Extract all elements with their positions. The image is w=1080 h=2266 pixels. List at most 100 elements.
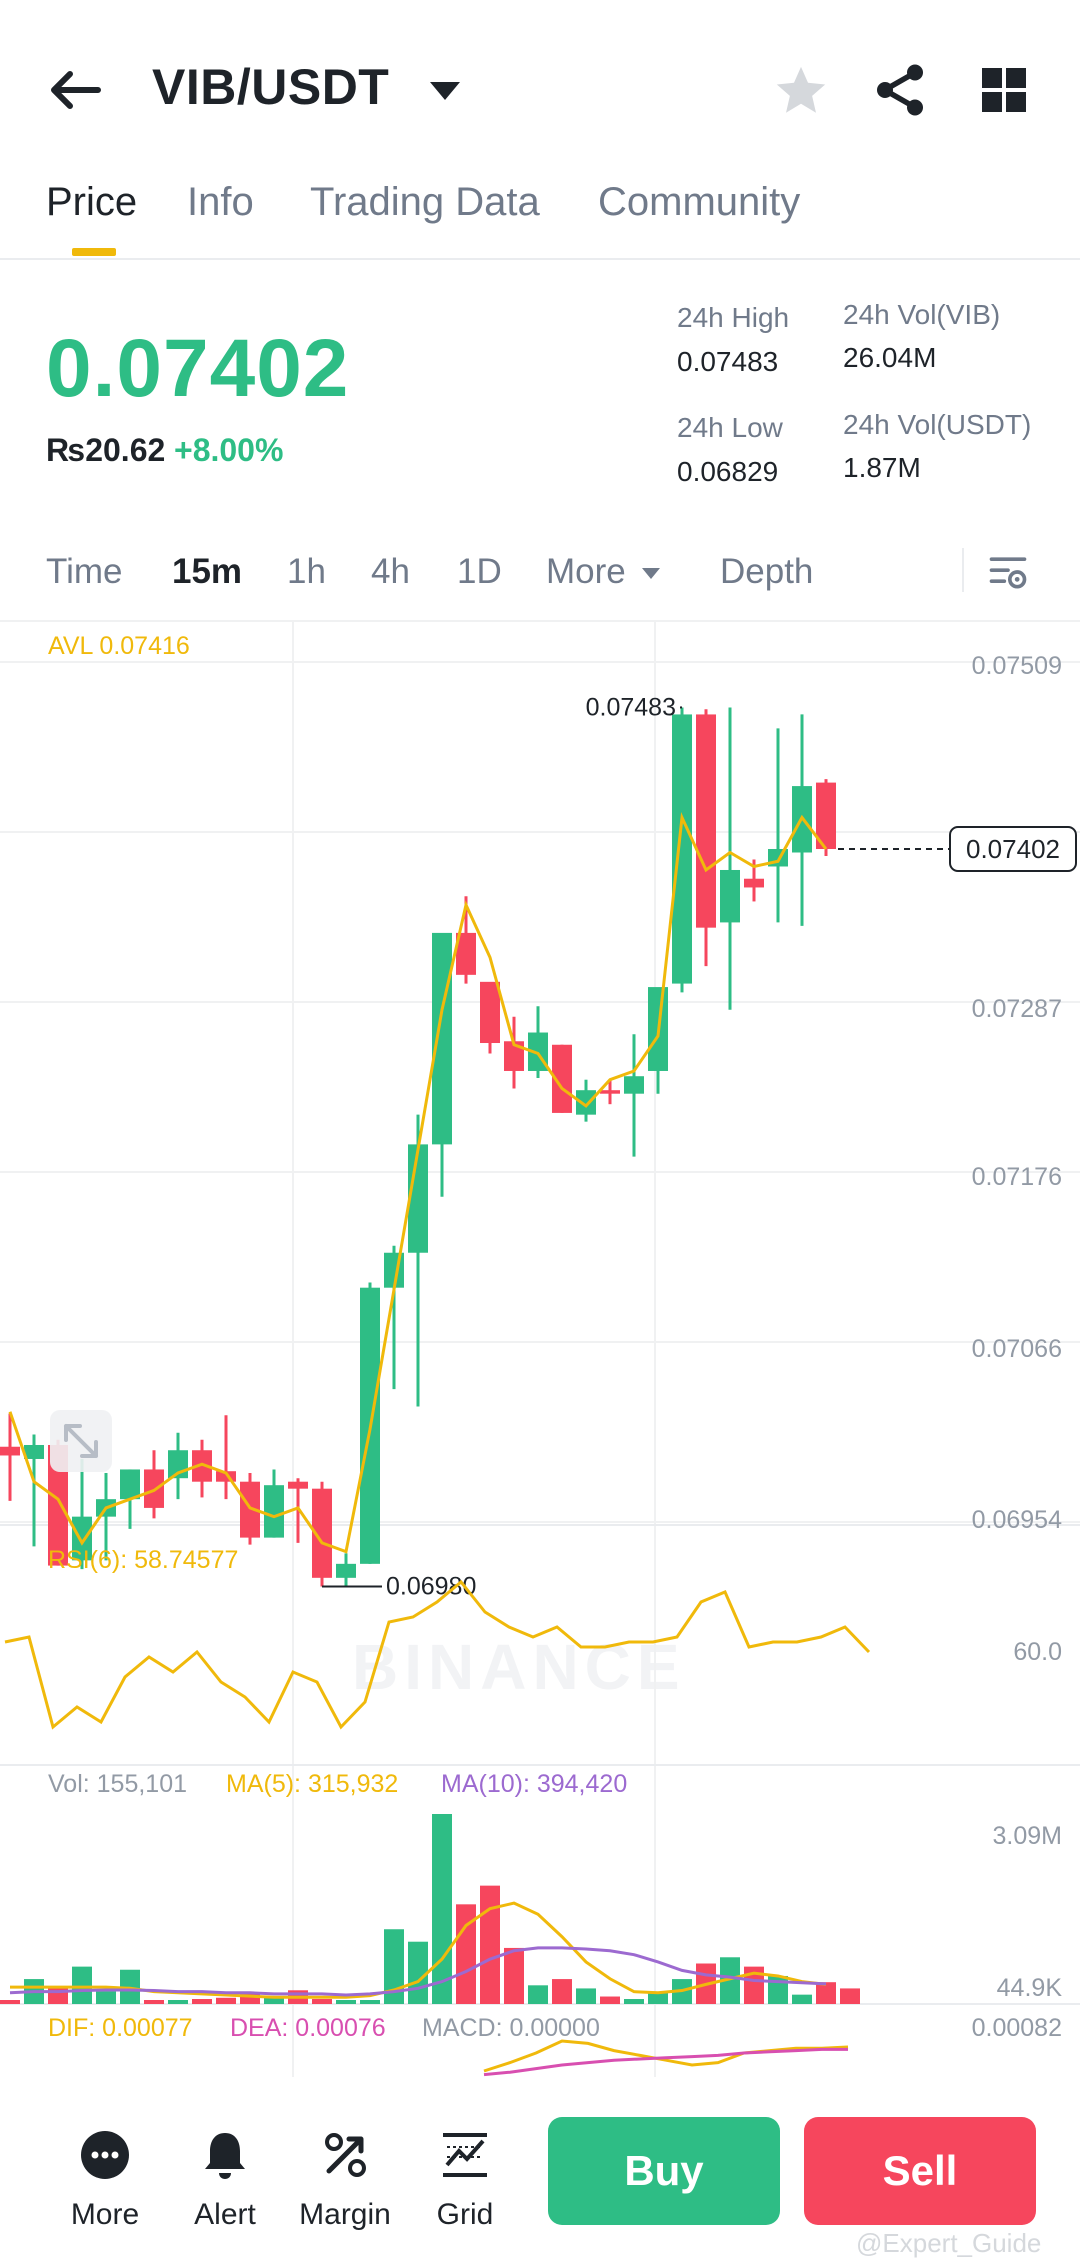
vol-base-value: 26.04M: [843, 342, 937, 373]
high-value: 0.07483: [677, 346, 779, 377]
volume-bar: [816, 1982, 836, 2004]
margin-button[interactable]: Margin: [290, 2127, 400, 2232]
volume-bar: [0, 2000, 20, 2004]
volume-bar: [552, 1979, 572, 2004]
volume-bar: [72, 1966, 92, 2004]
volume-bar: [504, 1947, 524, 2004]
y-axis-tick: 0.07509: [972, 652, 1062, 680]
y-axis-tick: 0.07176: [972, 1163, 1062, 1191]
rsi-label: RSI(6): 58.74577: [48, 1546, 238, 1574]
margin-label: Margin: [299, 2198, 391, 2231]
rsi-line: [4, 1579, 871, 1730]
volume-bar: [216, 1997, 236, 2004]
volume-bar: [168, 2000, 188, 2004]
dif-line: [483, 2039, 849, 2073]
vol-tick: 3.09M: [993, 1822, 1062, 1850]
caret-down-icon[interactable]: [430, 82, 460, 100]
interval-15m[interactable]: 15m: [172, 552, 242, 592]
header: VIB/USDT: [0, 0, 1080, 170]
expand-icon: [64, 1424, 98, 1458]
divider: [962, 548, 964, 592]
candle-up: [120, 1469, 140, 1500]
tab-price[interactable]: Price: [46, 180, 137, 225]
vol-quote-value: 1.87M: [843, 452, 921, 483]
volume-bar: [480, 1885, 500, 2004]
tab-bar: Price Info Trading Data Community: [0, 170, 1080, 260]
volume-bar: [840, 1988, 860, 2004]
volume-bar: [624, 1999, 644, 2004]
tab-community[interactable]: Community: [598, 180, 800, 225]
pair-title[interactable]: VIB/USDT: [152, 58, 389, 116]
more-caret-icon[interactable]: [642, 568, 660, 579]
chart-canvas[interactable]: 0.07509 0.07287 0.07176 0.07066 0.06954 AVL 0…: [0, 622, 1080, 2077]
grid-trading-icon: [443, 2133, 487, 2177]
active-tab-indicator: [72, 248, 116, 256]
interval-time[interactable]: Time: [46, 552, 122, 592]
ma5-label: MA(5): 315,932: [226, 1770, 398, 1798]
candle-down: [0, 1446, 20, 1456]
more-label: More: [70, 2198, 140, 2231]
interval-depth[interactable]: Depth: [720, 552, 813, 592]
low-label: 24h Low: [677, 412, 783, 443]
volume-bar: [600, 1996, 620, 2004]
more-button[interactable]: More: [50, 2127, 160, 2232]
margin-icon: [325, 2133, 366, 2177]
y-axis-tick: 0.07066: [972, 1335, 1062, 1363]
fiat-price: ₨20.62: [46, 432, 166, 468]
price-change: +8.00%: [174, 432, 284, 468]
credit-watermark: @Expert_Guide: [856, 2228, 1042, 2258]
interval-4h[interactable]: 4h: [371, 552, 410, 592]
volume-bar: [336, 2000, 356, 2004]
vol-base-label: 24h Vol(VIB): [843, 299, 1001, 330]
grid-button[interactable]: Grid: [410, 2127, 520, 2232]
volume-bar: [312, 1999, 332, 2004]
more-dots-icon: [81, 2131, 129, 2179]
candle-up: [624, 1076, 644, 1094]
sell-button[interactable]: Sell: [804, 2117, 1036, 2225]
dif-label: DIF: 0.00077: [48, 2014, 193, 2042]
volume-bar: [360, 2000, 380, 2004]
volume-bar: [192, 1999, 212, 2004]
chart-settings-icon[interactable]: [986, 550, 1030, 594]
avl-label: AVL 0.07416: [48, 632, 190, 660]
last-price: 0.07402: [46, 323, 350, 414]
vol-label: Vol: 155,101: [48, 1770, 187, 1798]
candle-up: [672, 714, 692, 984]
candle-down: [480, 981, 500, 1044]
volume-bar: [576, 1988, 596, 2004]
expand-chart-button[interactable]: [50, 1410, 112, 1472]
volume-bar: [528, 1985, 548, 2004]
tab-trading-data[interactable]: Trading Data: [310, 180, 540, 225]
macd-label: MACD: 0.00000: [422, 2014, 600, 2042]
volume-bar: [96, 1991, 116, 2004]
candle-down: [600, 1090, 620, 1094]
current-price-tag: 0.07402: [966, 834, 1060, 864]
buy-button[interactable]: Buy: [548, 2117, 780, 2225]
back-arrow-icon[interactable]: [42, 58, 106, 122]
grid-icon[interactable]: [980, 66, 1028, 114]
price-chart[interactable]: BINANCE 0.07509 0.07287 0.07176 0.07066 0.06…: [0, 622, 1080, 2077]
max-marker-label: 0.07483: [586, 693, 676, 721]
candle-up: [432, 932, 452, 1145]
bell-icon: [205, 2133, 245, 2179]
rsi-tick: 60.0: [1013, 1638, 1062, 1666]
interval-more[interactable]: More: [546, 552, 626, 592]
candle-up: [264, 1485, 284, 1538]
star-icon[interactable]: [772, 62, 830, 120]
alert-label: Alert: [194, 2198, 256, 2231]
interval-1d[interactable]: 1D: [457, 552, 502, 592]
vol-quote-label: 24h Vol(USDT): [843, 409, 1032, 440]
alert-button[interactable]: Alert: [170, 2127, 280, 2232]
share-icon[interactable]: [870, 58, 930, 122]
interval-1h[interactable]: 1h: [287, 552, 326, 592]
tab-info[interactable]: Info: [187, 180, 254, 225]
grid-label: Grid: [436, 2198, 494, 2231]
ma10-label: MA(10): 394,420: [441, 1770, 627, 1798]
vol-tick: 44.9K: [997, 1974, 1063, 2002]
volume-bar: [432, 1814, 452, 2004]
high-label: 24h High: [677, 302, 790, 333]
y-axis-tick: 0.07287: [972, 995, 1062, 1023]
low-value: 0.06829: [677, 456, 779, 487]
y-axis-tick: 0.06954: [972, 1506, 1062, 1534]
volume-bar: [408, 1941, 428, 2004]
